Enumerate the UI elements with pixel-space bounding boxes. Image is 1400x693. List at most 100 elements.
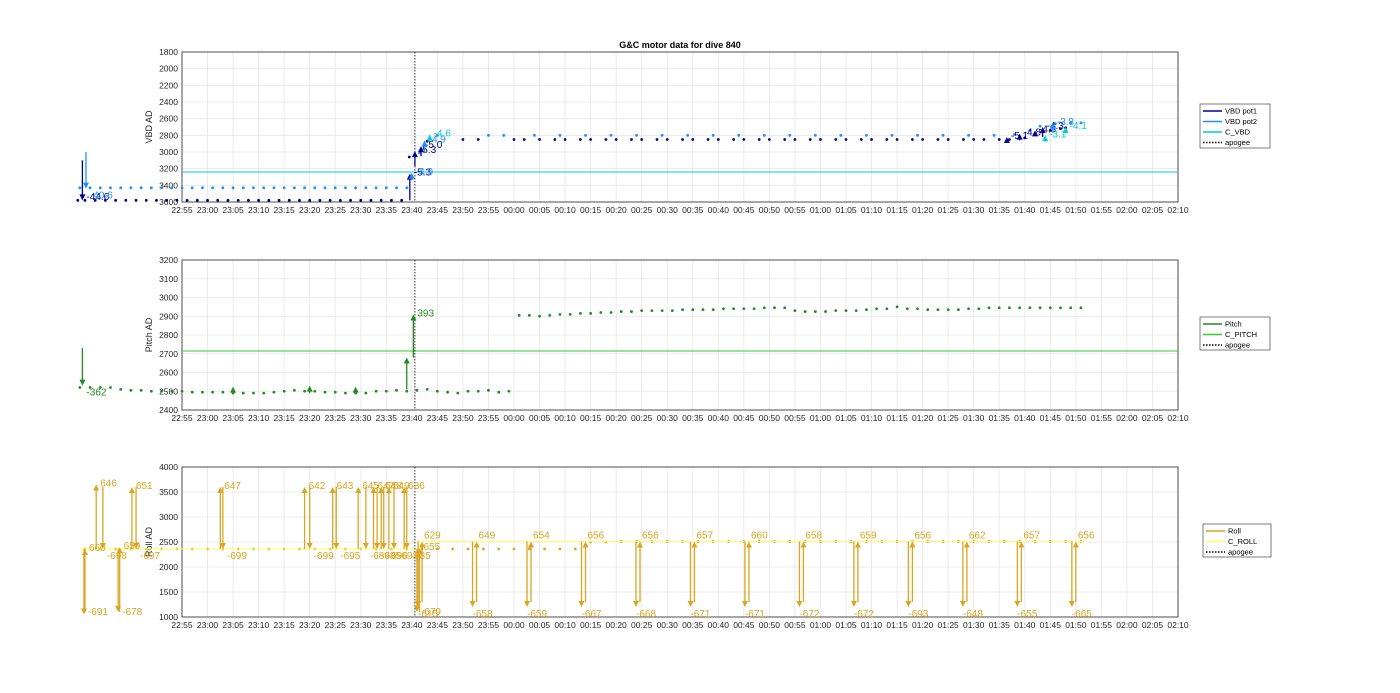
data-point (844, 138, 848, 141)
data-point (292, 388, 296, 392)
x-tick-label: 00:25 (631, 413, 653, 423)
data-point (180, 389, 184, 393)
data-point (160, 389, 163, 393)
data-point (681, 138, 684, 141)
x-tick-label: 00:30 (657, 205, 679, 215)
y-tick-label: 3200 (159, 164, 178, 174)
data-point (844, 309, 848, 313)
arrow-head (329, 487, 336, 493)
y-tick-label: 2800 (159, 330, 178, 340)
data-point (252, 391, 255, 395)
data-point (527, 547, 531, 551)
data-point (476, 138, 480, 141)
x-tick-label: 23:45 (427, 620, 449, 630)
y-tick-label: 2400 (159, 405, 178, 415)
arrow-label: 656 (588, 531, 605, 542)
y-tick-label: 2800 (159, 130, 178, 140)
x-tick-label: 00:55 (784, 620, 806, 630)
x-tick-label: 00:15 (580, 205, 602, 215)
data-point (742, 138, 746, 141)
data-point (543, 547, 547, 551)
x-tick-label: 01:35 (989, 205, 1011, 215)
y-axis-label: Pitch AD (144, 317, 154, 352)
legend-entry: C_VBD (1225, 128, 1251, 137)
x-tick-label: 23:05 (222, 413, 244, 423)
y-tick-label: 2600 (159, 368, 178, 378)
legend: VBD pot1VBD pot2 C_VBDapogee (1199, 103, 1271, 149)
data-point (170, 389, 174, 393)
data-point (119, 186, 123, 190)
data-point (584, 133, 587, 137)
arrow-label: -695 (340, 551, 360, 562)
data-point (783, 138, 787, 141)
x-tick-label: 00:30 (657, 620, 679, 630)
x-tick-label: 00:30 (657, 413, 679, 423)
legend-entry: apogee (1225, 341, 1250, 350)
data-point (328, 198, 332, 202)
data-point (538, 314, 541, 318)
data-point (252, 186, 255, 190)
data-point (538, 138, 541, 141)
data-point (527, 313, 531, 317)
arrow-label: 393 (417, 308, 434, 319)
arrow-label: -40.6 (90, 191, 113, 202)
x-tick-label: 00:00 (503, 413, 525, 423)
data-point (558, 547, 562, 551)
panel-2: 22:55 23:00 23:05 23:10 23:15 23:20 23:25 23:30… (78, 255, 1271, 423)
arrow-label: -691 (88, 607, 108, 618)
data-point (895, 138, 899, 141)
data-point (512, 138, 516, 141)
arrow-label: 647 (224, 481, 241, 492)
data-point (282, 389, 286, 393)
arrow-head (230, 386, 237, 393)
data-point (451, 547, 455, 551)
data-point (573, 547, 577, 551)
data-point (487, 133, 490, 137)
arrow-head (632, 601, 639, 607)
data-point (563, 138, 567, 141)
arrow-label: -678 (122, 607, 142, 618)
legend-entry: Pitch (1225, 320, 1242, 329)
data-point (936, 138, 940, 141)
arrow-label: 636 (408, 481, 425, 492)
data-point (619, 310, 623, 313)
x-tick-label: 02:10 (1167, 205, 1189, 215)
x-tick-label: 01:15 (886, 205, 908, 215)
arrow-label: -668 (636, 609, 656, 620)
data-point (783, 306, 787, 310)
data-point (589, 312, 593, 315)
arrow-label: 629 (424, 531, 441, 542)
data-point (875, 307, 879, 311)
data-point (614, 138, 618, 141)
data-point (400, 198, 404, 202)
x-tick-label: 00:40 (708, 413, 730, 423)
data-point (395, 388, 398, 392)
data-point (292, 186, 296, 190)
arrow-label: -658 (473, 609, 493, 620)
data-point (395, 186, 398, 190)
y-tick-label: 2200 (159, 80, 178, 90)
x-tick-label: 01:05 (835, 413, 857, 423)
data-point (558, 133, 562, 137)
data-point (635, 133, 638, 137)
data-point (773, 306, 776, 310)
data-point (129, 388, 133, 392)
data-point (905, 307, 909, 311)
arrow-label: -615 (418, 609, 438, 620)
data-point (139, 186, 143, 190)
arrow-head (1072, 541, 1079, 548)
data-point (946, 308, 950, 312)
x-tick-label: 01:40 (1014, 413, 1036, 423)
data-point (323, 186, 327, 190)
data-point (369, 198, 373, 202)
data-point (124, 198, 128, 202)
data-point (333, 186, 337, 190)
data-point (834, 138, 838, 141)
data-point (487, 388, 490, 392)
data-point (149, 389, 153, 393)
x-tick-label: 23:50 (452, 205, 474, 215)
data-point (630, 310, 633, 313)
data-point (982, 138, 986, 141)
x-tick-label: 01:15 (886, 413, 908, 423)
x-tick-label: 01:20 (912, 413, 934, 423)
